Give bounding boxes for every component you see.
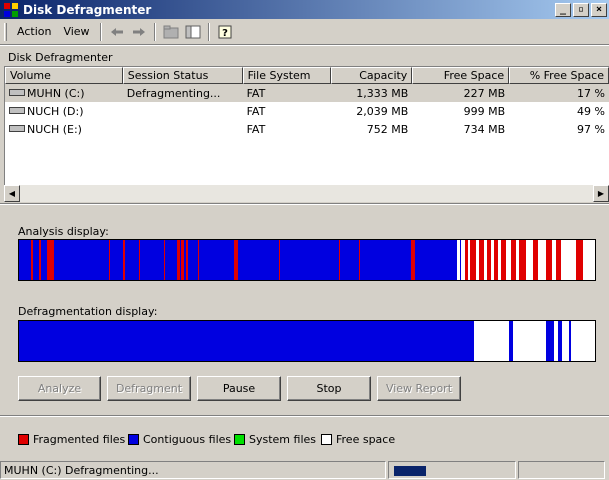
status-text: MUHN (C:) Defragmenting... <box>0 461 386 479</box>
table-row[interactable]: NUCH (E:) FAT 752 MB 734 MB 97 % <box>5 120 609 138</box>
status-cell: Defragmenting... <box>126 86 221 100</box>
volume-cell: NUCH (E:) <box>5 123 123 136</box>
analysis-display <box>18 239 596 281</box>
defrag-display-label: Defragmentation display: <box>18 305 158 318</box>
fs-cell: FAT <box>246 122 266 136</box>
volume-name: NUCH (D:) <box>27 104 84 118</box>
legend-system-label: System files <box>249 433 316 446</box>
forward-icon[interactable] <box>128 22 150 42</box>
toolbar-separator <box>153 22 156 41</box>
defragment-button[interactable]: Defragment <box>107 376 191 401</box>
drive-icon <box>9 107 25 114</box>
capacity-cell: 752 MB <box>366 122 409 136</box>
close-button[interactable]: × <box>591 2 607 17</box>
contiguous-swatch <box>128 434 139 445</box>
title-bar: Disk Defragmenter _ ▫ × <box>0 0 609 19</box>
view-report-button[interactable]: View Report <box>377 376 461 401</box>
legend-contiguous-label: Contiguous files <box>143 433 232 446</box>
pct-cell: 97 % <box>577 122 605 136</box>
volume-list: Volume Session Status File System Capaci… <box>4 66 609 202</box>
analysis-display-label: Analysis display: <box>18 225 109 238</box>
fs-cell: FAT <box>246 104 266 118</box>
fs-cell: FAT <box>246 86 266 100</box>
legend-free-label: Free space <box>336 433 396 446</box>
free-cell: 999 MB <box>463 104 506 118</box>
drive-icon <box>9 89 25 96</box>
volume-cell: MUHN (C:) <box>5 87 123 100</box>
status-panel-empty <box>518 461 605 479</box>
up-folder-icon[interactable] <box>160 22 182 42</box>
legend-system: System files <box>234 433 316 446</box>
stop-button[interactable]: Stop <box>287 376 371 401</box>
fragmented-swatch <box>18 434 29 445</box>
status-bar: MUHN (C:) Defragmenting... <box>0 461 609 480</box>
back-icon[interactable] <box>106 22 128 42</box>
menu-action-label: Action <box>17 25 52 38</box>
progress-bar <box>394 466 426 476</box>
menu-view[interactable]: View <box>57 23 95 40</box>
legend-separator <box>0 415 609 417</box>
pct-cell: 49 % <box>577 104 605 118</box>
legend-fragmented: Fragmented files <box>18 433 125 446</box>
column-file-system[interactable]: File System <box>242 67 332 84</box>
breadcrumb: Disk Defragmenter <box>8 51 113 64</box>
table-row[interactable]: NUCH (D:) FAT 2,039 MB 999 MB 49 % <box>5 102 609 120</box>
legend-contiguous: Contiguous files <box>128 433 231 446</box>
column-free-space[interactable]: Free Space <box>412 67 510 84</box>
defrag-display <box>18 320 596 362</box>
free-cell: 227 MB <box>463 86 506 100</box>
column-capacity[interactable]: Capacity <box>331 67 413 84</box>
legend-fragmented-label: Fragmented files <box>33 433 126 446</box>
menu-action[interactable]: Action <box>11 23 57 40</box>
scroll-left-icon[interactable]: ◀ <box>4 185 20 202</box>
volume-name: MUHN (C:) <box>27 86 85 100</box>
svg-text:?: ? <box>222 28 228 39</box>
menu-view-label: View <box>63 25 90 38</box>
restore-button[interactable]: ▫ <box>573 2 589 17</box>
toolbar-separator <box>207 22 210 41</box>
free-cell: 734 MB <box>463 122 506 136</box>
minimize-button[interactable]: _ <box>555 2 571 17</box>
scroll-right-icon[interactable]: ▶ <box>593 185 609 202</box>
free-swatch <box>321 434 332 445</box>
pane-divider[interactable] <box>0 203 609 205</box>
menu-toolbar: Action View ? <box>0 19 609 45</box>
pause-button[interactable]: Pause <box>197 376 281 401</box>
capacity-cell: 2,039 MB <box>356 104 409 118</box>
horizontal-scrollbar[interactable]: ◀ ▶ <box>4 185 609 202</box>
volume-name: NUCH (E:) <box>27 122 82 136</box>
column-pct-free-space[interactable]: % Free Space <box>509 67 609 84</box>
toolbar-separator <box>99 22 102 41</box>
column-session-status[interactable]: Session Status <box>122 67 243 84</box>
show-tree-icon[interactable] <box>182 22 204 42</box>
progress-panel <box>388 461 516 479</box>
disk-defragmenter-icon <box>3 2 19 18</box>
window-title: Disk Defragmenter <box>23 2 152 17</box>
system-swatch <box>234 434 245 445</box>
scroll-track[interactable] <box>20 185 593 202</box>
help-icon[interactable]: ? <box>214 22 236 42</box>
list-header: Volume Session Status File System Capaci… <box>5 67 609 84</box>
table-row[interactable]: MUHN (C:) Defragmenting... FAT 1,333 MB … <box>5 84 609 102</box>
volume-cell: NUCH (D:) <box>5 105 123 118</box>
analyze-button[interactable]: Analyze <box>18 376 101 401</box>
drive-icon <box>9 125 25 132</box>
column-volume[interactable]: Volume <box>5 67 123 84</box>
legend-free: Free space <box>321 433 395 446</box>
toolbar-grip[interactable] <box>4 22 7 41</box>
pct-cell: 17 % <box>577 86 605 100</box>
capacity-cell: 1,333 MB <box>356 86 409 100</box>
